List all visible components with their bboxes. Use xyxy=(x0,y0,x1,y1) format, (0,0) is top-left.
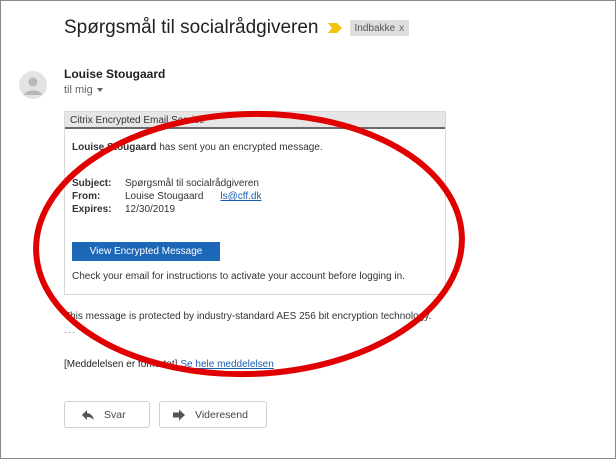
subject-row: Spørgsmål til socialrådgiveren Indbakke … xyxy=(64,13,410,43)
meta-expires-row: Expires: 12/30/2019 xyxy=(72,203,262,216)
message-metadata: Subject: Spørgsmål til socialrådgiveren … xyxy=(72,177,262,216)
subject-value: Spørgsmål til socialrådgiveren xyxy=(125,178,259,189)
sender-name: Louise Stougaard xyxy=(64,67,166,81)
view-encrypted-message-button[interactable]: View Encrypted Message xyxy=(72,242,220,261)
reply-label: Svar xyxy=(104,408,126,421)
remove-label-icon[interactable]: x xyxy=(399,23,404,34)
chevron-down-icon[interactable] xyxy=(96,88,103,92)
email-view: Spørgsmål til socialrådgiveren Indbakke … xyxy=(0,0,616,459)
inbox-label-text: Indbakke xyxy=(354,22,396,34)
importance-marker-icon[interactable] xyxy=(327,23,342,33)
sender-avatar xyxy=(19,71,47,99)
encrypted-message-card: Citrix Encrypted Email Service Louise St… xyxy=(64,111,446,295)
truncated-text: [Meddelelsen er forkortet] xyxy=(64,359,178,370)
email-subject-title: Spørgsmål til socialrådgiveren xyxy=(64,17,319,38)
expires-label: Expires: xyxy=(72,204,112,215)
from-email-link[interactable]: ls@cff.dk xyxy=(220,190,261,203)
meta-from-row: From: Louise Stougaard ls@cff.dk xyxy=(72,190,262,203)
reply-button[interactable]: Svar xyxy=(64,401,150,428)
forward-arrow-icon xyxy=(173,409,185,420)
intro-text: has sent you an encrypted message. xyxy=(156,142,323,153)
reply-arrow-icon xyxy=(82,409,94,420)
truncated-notice: [Meddelelsen er forkortet] Se hele meddel… xyxy=(64,359,274,370)
encryption-protection-note: This message is protected by industry-st… xyxy=(64,311,432,322)
quoted-separator: --- xyxy=(64,327,76,337)
person-avatar-icon xyxy=(24,77,42,95)
from-name: Louise Stougaard xyxy=(125,191,204,202)
from-label: From: xyxy=(72,191,101,202)
forward-label: Videresend xyxy=(195,408,248,421)
card-intro: Louise Stougaard has sent you an encrypt… xyxy=(72,142,323,153)
activation-note: Check your email for instructions to act… xyxy=(72,271,405,282)
recipient-details-toggle[interactable]: til mig xyxy=(64,84,103,96)
intro-sender-name: Louise Stougaard xyxy=(72,142,157,153)
forward-button[interactable]: Videresend xyxy=(159,401,267,428)
subject-label: Subject: xyxy=(72,178,112,189)
expires-value: 12/30/2019 xyxy=(125,204,176,215)
meta-subject-row: Subject: Spørgsmål til socialrådgiveren xyxy=(72,177,262,190)
view-full-message-link[interactable]: Se hele meddelelsen xyxy=(180,359,273,370)
recipient-text: til mig xyxy=(64,84,93,96)
inbox-label-chip[interactable]: Indbakke x xyxy=(349,20,410,36)
card-header: Citrix Encrypted Email Service xyxy=(65,112,445,129)
